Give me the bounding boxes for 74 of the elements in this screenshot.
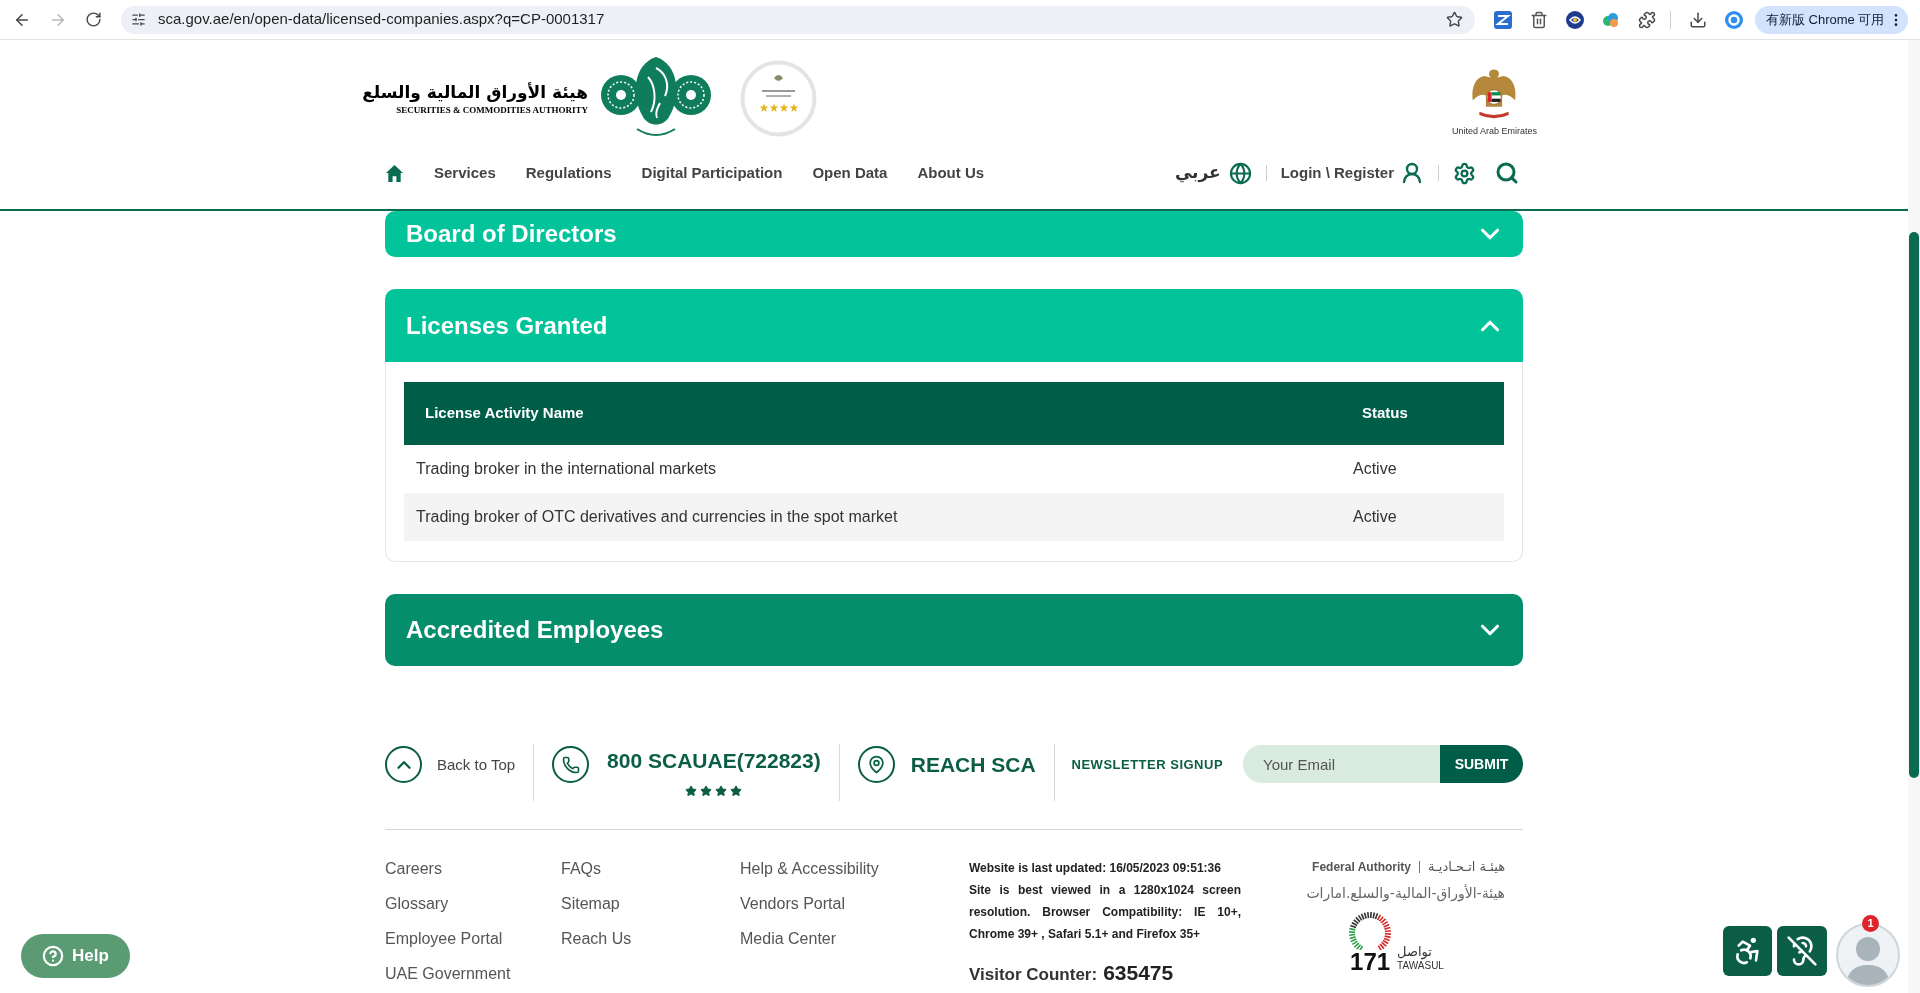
column-header: Status — [1361, 403, 1409, 424]
eye-badge-icon[interactable] — [1566, 10, 1584, 29]
star-icon — [700, 785, 713, 797]
bubbles-icon[interactable] — [1602, 10, 1620, 29]
footer-link[interactable]: Help & Accessibility — [740, 859, 969, 879]
table-cell-text: Active — [1352, 459, 1398, 479]
star-icon — [715, 785, 728, 797]
table-cell-text: Active — [1352, 507, 1398, 527]
footer-link[interactable]: Careers — [385, 859, 561, 879]
emblem-caption: United Arab Emirates — [1451, 125, 1537, 137]
tick-ring-logo — [1349, 911, 1392, 950]
tawasul-text: TAWASUL — [1397, 959, 1444, 972]
federal-authority-arabic: هيئـة اتـحـاديـة — [1428, 858, 1505, 876]
footer-link[interactable]: Media Center — [740, 929, 969, 949]
footer-link[interactable]: Glossary — [385, 894, 561, 914]
star-icon — [685, 785, 698, 797]
scrollbar-thumb[interactable] — [1909, 232, 1919, 778]
accordion-header[interactable]: Accredited Employees — [385, 594, 1523, 666]
reach-link[interactable]: REACH SCA — [857, 744, 1036, 801]
update-chrome-button[interactable]: 有新版 Chrome 可用 — [1755, 5, 1909, 34]
authority-name-arabic: هيئة الأوراق المالية والسلع — [362, 81, 588, 104]
last-updated-text: Website is last updated: 16/05/2023 09:51:36 — [969, 860, 1222, 877]
visitor-counter-label: Visitor Counter: — [969, 964, 1098, 986]
footer-link[interactable]: Employee Portal — [385, 929, 561, 949]
bookmark-star-icon[interactable] — [1446, 11, 1463, 28]
nav-link[interactable]: Digital Participation — [641, 161, 783, 185]
url-text[interactable]: sca.gov.ae/en/open-data/licensed-companies.aspx?q=CP-0001317 — [158, 8, 605, 31]
settings-icon[interactable] — [1453, 161, 1476, 185]
column-header: License Activity Name — [424, 403, 585, 424]
ring-icon[interactable] — [1725, 10, 1743, 29]
back-to-top-link[interactable]: Back to Top — [385, 744, 516, 801]
email-field[interactable]: Your Email — [1243, 745, 1440, 783]
home-icon[interactable] — [385, 163, 404, 183]
table-cell-text: Trading broker in the international markets — [415, 459, 717, 479]
tawasul-arabic: تواصل — [1397, 943, 1432, 960]
extensions-icon[interactable] — [1638, 10, 1656, 29]
domain-arabic-text: هيئة-الأوراق-المالية-والسلع.امارات — [1306, 883, 1505, 904]
language-link[interactable]: عربي — [1174, 160, 1252, 186]
federal-authority-text: Federal Authority — [1312, 858, 1411, 876]
visitor-counter-value: 635475 — [1103, 960, 1174, 986]
accessibility-button[interactable] — [1723, 926, 1772, 976]
footer-link[interactable]: Sitemap — [561, 894, 740, 914]
footer-link[interactable]: Reach Us — [561, 929, 740, 949]
nav-link[interactable]: Regulations — [525, 161, 612, 185]
login-link[interactable]: Login \ Register — [1280, 161, 1424, 185]
globe-icon — [1228, 161, 1252, 185]
ear-slash-icon — [1786, 935, 1818, 967]
z-tile-icon[interactable] — [1494, 10, 1512, 29]
footer-link[interactable]: FAQs — [561, 859, 740, 879]
nav-link[interactable]: Services — [434, 161, 496, 185]
help-icon — [42, 945, 65, 967]
phone-number-link[interactable]: 800 SCAUAE(722823) — [607, 746, 821, 776]
nav-link[interactable]: Open Data — [812, 161, 888, 185]
download-icon[interactable] — [1689, 10, 1707, 29]
notification-badge: 1 — [1862, 915, 1879, 932]
newsletter-label: NEWSLETTER SIGNUP — [1071, 756, 1224, 774]
reload-icon[interactable] — [85, 11, 102, 28]
table-cell-text: Trading broker of OTC derivatives and currencies in the spot market — [415, 507, 899, 527]
phone-icon — [552, 746, 590, 783]
compatibility-text: Site is best viewed in a 1280x1024 screen resolution. Browser Compatibility: IE 10+, Chrome 39+ , Safari 5.1+ and Firefox 35+ — [969, 882, 1241, 943]
authority-name-english: SECURITIES & COMMODITIES AUTHORITY — [396, 104, 588, 116]
nav-link[interactable]: About Us — [917, 161, 985, 185]
search-icon[interactable] — [1495, 161, 1519, 185]
hearing-button[interactable] — [1777, 926, 1827, 976]
submit-button[interactable]: SUBMIT — [1440, 745, 1523, 783]
footer-link[interactable]: Vendors Portal — [740, 894, 969, 914]
bin-icon[interactable] — [1530, 10, 1548, 29]
star-icon — [730, 785, 743, 797]
location-pin-icon — [857, 746, 895, 783]
person-icon — [1400, 161, 1424, 185]
site-settings-icon[interactable] — [131, 12, 146, 27]
footer-link[interactable]: UAE Government — [385, 964, 561, 984]
tawasul-number: 171 — [1350, 949, 1391, 974]
address-bar[interactable]: sca.gov.ae/en/open-data/licensed-companies.aspx?q=CP-0001317 — [121, 5, 1475, 34]
